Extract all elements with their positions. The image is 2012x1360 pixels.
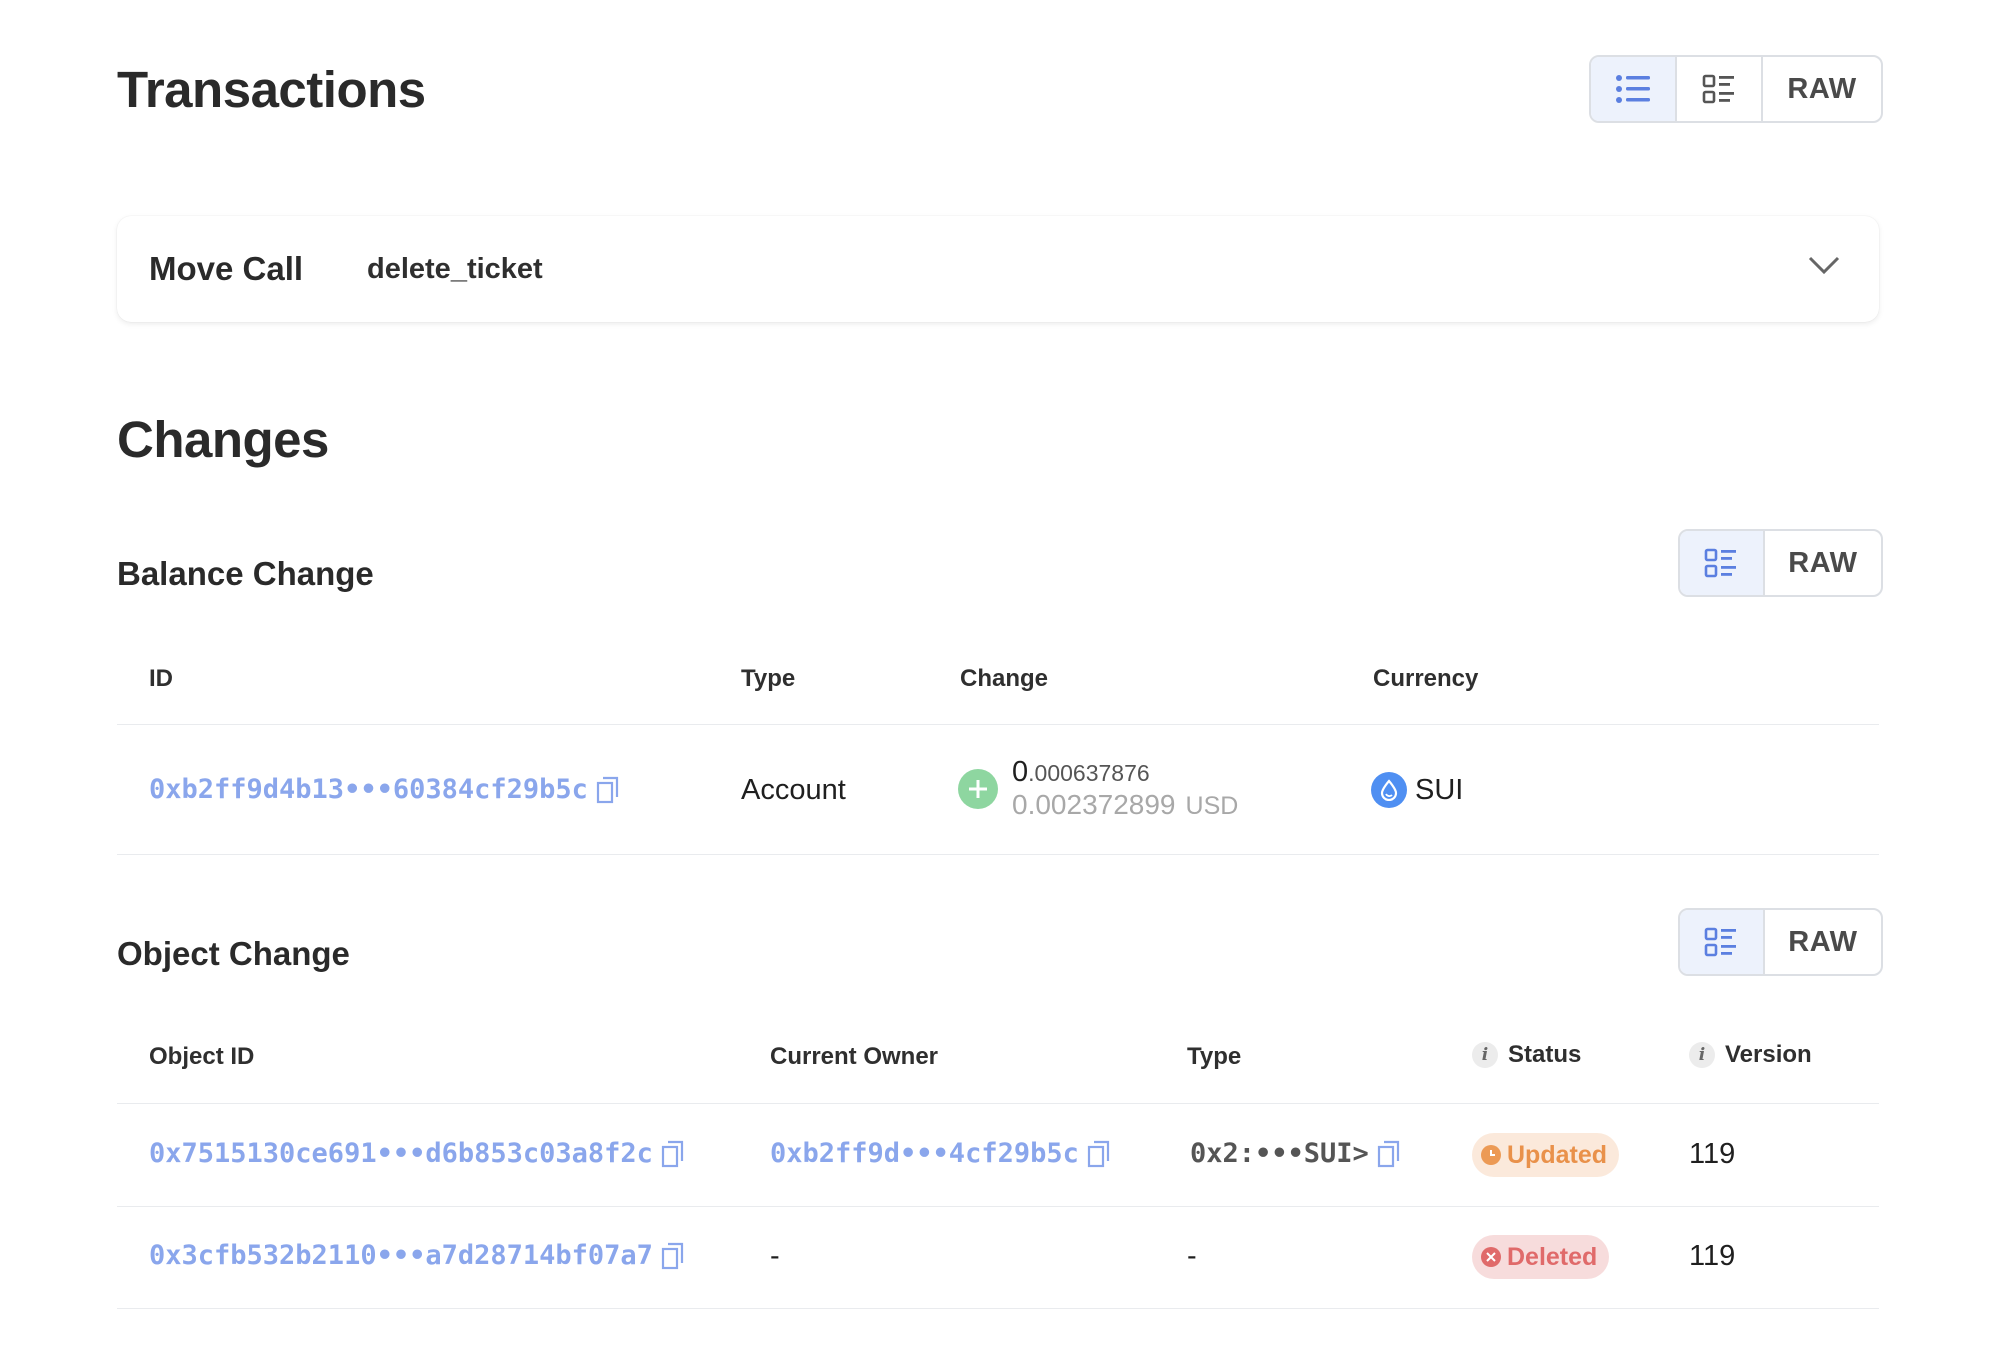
- move-call-card[interactable]: Move Call delete_ticket: [117, 216, 1879, 322]
- change-whole: 0: [1012, 756, 1029, 788]
- info-icon[interactable]: i: [1472, 1042, 1498, 1068]
- change-fraction: .000637876: [1028, 760, 1150, 786]
- divider: [117, 1206, 1879, 1207]
- status-badge-deleted: Deleted: [1472, 1235, 1610, 1279]
- copy-icon[interactable]: [596, 776, 620, 804]
- column-header-object-id: Object ID: [149, 1043, 255, 1070]
- balance-detail-view-button[interactable]: [1680, 531, 1765, 595]
- detail-list-icon: [1705, 548, 1737, 578]
- divider: [117, 1103, 1879, 1104]
- object-row-1-status: Updated: [1472, 1133, 1619, 1177]
- type-value: 0x2:•••SUI>: [1190, 1138, 1369, 1169]
- version-header-label: Version: [1725, 1041, 1812, 1068]
- object-raw-button[interactable]: RAW: [1765, 910, 1881, 974]
- balance-view-toggle: RAW: [1678, 529, 1883, 597]
- transactions-title: Transactions: [117, 61, 426, 118]
- owner-link[interactable]: 0xb2ff9d•••4cf29b5c: [770, 1138, 1079, 1169]
- balance-row-type: Account: [741, 774, 846, 806]
- copy-icon[interactable]: [1377, 1140, 1401, 1168]
- object-row-1-type: 0x2:•••SUI>: [1190, 1138, 1401, 1169]
- currency-name: SUI: [1415, 773, 1464, 806]
- object-row-1-owner[interactable]: 0xb2ff9d•••4cf29b5c: [770, 1138, 1111, 1169]
- column-header-current-owner: Current Owner: [770, 1043, 939, 1070]
- usd-value: 0.002372899: [1012, 789, 1176, 821]
- balance-row-id[interactable]: 0xb2ff9d4b13•••60384cf29b5c: [149, 774, 620, 805]
- object-row-2-id[interactable]: 0x3cfb532b2110•••a7d28714bf07a7: [149, 1240, 685, 1271]
- sui-icon: [1371, 772, 1407, 808]
- move-call-label: Move Call: [149, 250, 304, 287]
- status-header-label: Status: [1508, 1041, 1582, 1068]
- transactions-view-toggle: RAW: [1589, 55, 1883, 123]
- copy-icon[interactable]: [661, 1242, 685, 1270]
- list-view-button[interactable]: [1591, 57, 1677, 121]
- column-header-currency: Currency: [1373, 665, 1479, 692]
- copy-icon[interactable]: [1087, 1140, 1111, 1168]
- plus-icon: [958, 768, 998, 809]
- divider: [117, 724, 1879, 725]
- info-icon[interactable]: i: [1689, 1042, 1715, 1068]
- object-change-title: Object Change: [117, 935, 350, 972]
- chevron-down-icon[interactable]: [1807, 254, 1841, 276]
- object-row-1-version: 119: [1689, 1138, 1736, 1170]
- status-badge-updated: Updated: [1472, 1133, 1619, 1177]
- clock-icon: [1481, 1145, 1501, 1165]
- detail-view-button[interactable]: [1677, 57, 1763, 121]
- usd-label: USD: [1185, 792, 1239, 821]
- object-row-2-type: -: [1187, 1240, 1197, 1272]
- status-label: Updated: [1507, 1140, 1607, 1169]
- detail-list-icon: [1705, 927, 1737, 957]
- column-header-change: Change: [960, 665, 1049, 692]
- balance-raw-button[interactable]: RAW: [1765, 531, 1881, 595]
- detail-list-icon: [1702, 74, 1734, 104]
- copy-icon[interactable]: [661, 1140, 685, 1168]
- balance-row-currency: SUI: [1371, 772, 1463, 808]
- column-header-id: ID: [149, 665, 173, 692]
- move-call-function: delete_ticket: [367, 252, 543, 285]
- divider: [117, 1308, 1879, 1309]
- column-header-type: Type: [741, 665, 796, 692]
- raw-view-button[interactable]: RAW: [1763, 57, 1881, 121]
- object-row-2-owner: -: [770, 1240, 780, 1272]
- status-label: Deleted: [1507, 1242, 1598, 1271]
- changes-title: Changes: [117, 411, 329, 468]
- column-header-type: Type: [1187, 1043, 1242, 1070]
- column-header-version: i Version: [1689, 1041, 1812, 1069]
- object-row-1-id[interactable]: 0x7515130ce691•••d6b853c03a8f2c: [149, 1138, 685, 1169]
- object-detail-view-button[interactable]: [1680, 910, 1765, 974]
- column-header-status: i Status: [1472, 1041, 1581, 1069]
- object-id-link[interactable]: 0x3cfb532b2110•••a7d28714bf07a7: [149, 1240, 653, 1271]
- object-view-toggle: RAW: [1678, 908, 1883, 976]
- divider: [117, 854, 1879, 855]
- object-row-2-version: 119: [1689, 1240, 1736, 1272]
- object-id-link[interactable]: 0x7515130ce691•••d6b853c03a8f2c: [149, 1138, 653, 1169]
- list-icon: [1616, 75, 1650, 103]
- address-link[interactable]: 0xb2ff9d4b13•••60384cf29b5c: [149, 774, 588, 805]
- close-icon: [1481, 1247, 1501, 1267]
- balance-row-change: 0.000637876 0.002372899 USD: [958, 756, 1238, 822]
- object-row-2-status: Deleted: [1472, 1235, 1610, 1279]
- balance-change-title: Balance Change: [117, 555, 374, 592]
